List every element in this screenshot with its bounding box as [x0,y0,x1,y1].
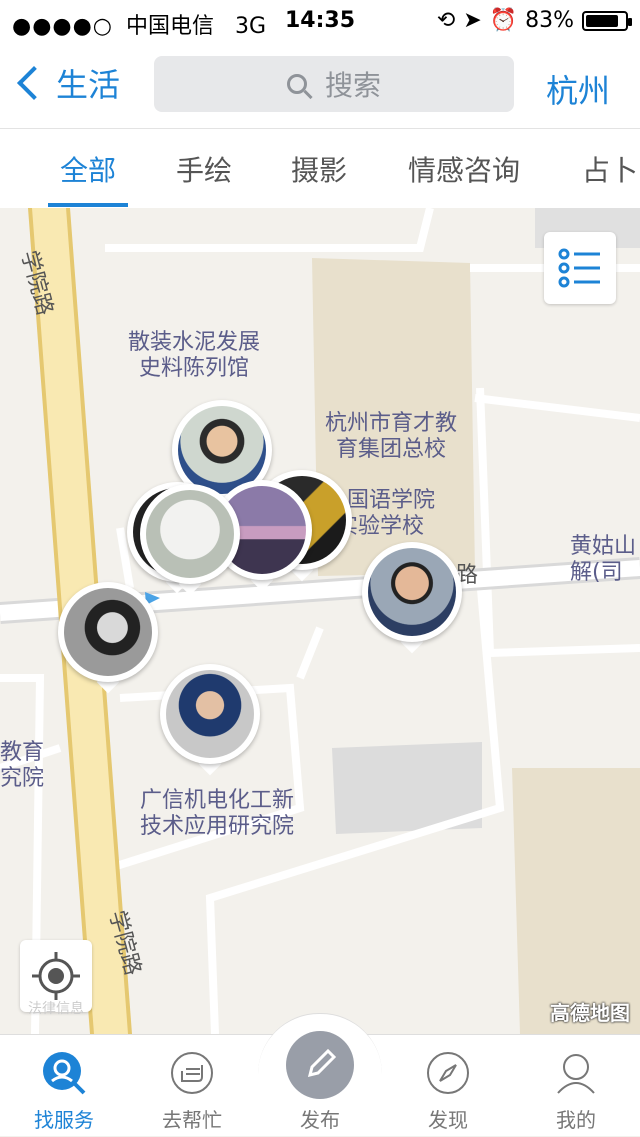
tab-label: 我的 [556,1108,596,1132]
rotation-lock-icon: ⟲ [436,8,456,33]
tab-discover[interactable]: 发现 [384,1035,512,1137]
status-bar: ●●●●○ 中国电信 3G 14:35 ⟲ ➤ ⏰ 83% [0,0,640,40]
tab-go-help[interactable]: 去帮忙 [128,1035,256,1137]
provider-avatar [368,548,456,636]
poi-education-institute: 教育 究院 [0,740,45,791]
publish-button[interactable] [286,1031,354,1099]
help-hand-icon [171,1052,213,1094]
provider-avatar [64,588,152,676]
provider-avatar [166,670,254,758]
tab-label: 发现 [428,1108,468,1132]
alarm-icon: ⏰ [489,8,518,33]
city-selector[interactable]: 杭州 [546,66,610,112]
tab-mine[interactable]: 我的 [512,1035,640,1137]
provider-pin[interactable] [362,542,462,654]
bottom-tab-bar: 找服务 去帮忙 发布 发现 我的 [0,1013,640,1137]
list-view-button[interactable] [544,232,616,304]
location-arrow-icon: ➤ [463,8,482,33]
compass-icon [427,1052,469,1094]
tab-all[interactable]: 全部 [60,149,116,189]
chevron-left-icon [17,66,51,100]
tab-hand-drawing[interactable]: 手绘 [176,149,232,189]
locate-me-button[interactable]: 法律信息 [20,940,92,1017]
tab-label: 发布 [300,1108,340,1132]
tab-label: 去帮忙 [162,1108,222,1132]
search-field[interactable]: 搜索 [154,56,514,112]
tab-label: 找服务 [34,1108,94,1132]
tab-divination[interactable]: 占卜 [582,149,638,189]
battery-percent: 83% [525,8,574,33]
status-right: ⟲ ➤ ⏰ 83% [436,8,632,33]
tab-publish[interactable]: 发布 [256,1031,384,1137]
active-tab-indicator [48,203,128,207]
tab-photography[interactable]: 摄影 [291,149,347,189]
locate-caption: 法律信息 [28,1001,84,1017]
tab-find-service[interactable]: 找服务 [0,1035,128,1137]
tab-emotional-counseling[interactable]: 情感咨询 [408,149,520,189]
back-label: 生活 [56,66,121,104]
search-icon [286,74,307,94]
poi-museum: 散装水泥发展 史料陈列馆 [128,330,261,381]
back-button[interactable]: 生活 [17,60,121,106]
nav-bar: 生活 搜索 杭州 [0,40,640,128]
provider-pin[interactable] [58,582,158,694]
category-tabs: 全部 手绘 摄影 情感咨询 占卜 [0,128,640,208]
poi-school-group: 杭州市育才教 育集团总校 [325,411,458,462]
pencil-icon [307,1048,337,1078]
user-icon [557,1054,595,1094]
map-attribution: 高德地图 [550,1001,630,1025]
poi-guangxin-institute: 广信机电化工新 技术应用研究院 [140,788,295,839]
provider-pin[interactable] [140,484,240,596]
search-placeholder: 搜索 [324,69,381,102]
map-view[interactable]: 学院路 学院路 散装水泥发展 史料陈列馆 杭州市育才教 育集团总校 外国语学院 … [0,208,640,1034]
list-icon [558,248,600,288]
find-service-icon [43,1052,86,1095]
battery-icon [582,10,632,31]
provider-avatar [146,490,234,578]
provider-pin[interactable] [160,664,260,776]
poi-huanggushan: 黄姑山 解(司 [570,534,637,585]
